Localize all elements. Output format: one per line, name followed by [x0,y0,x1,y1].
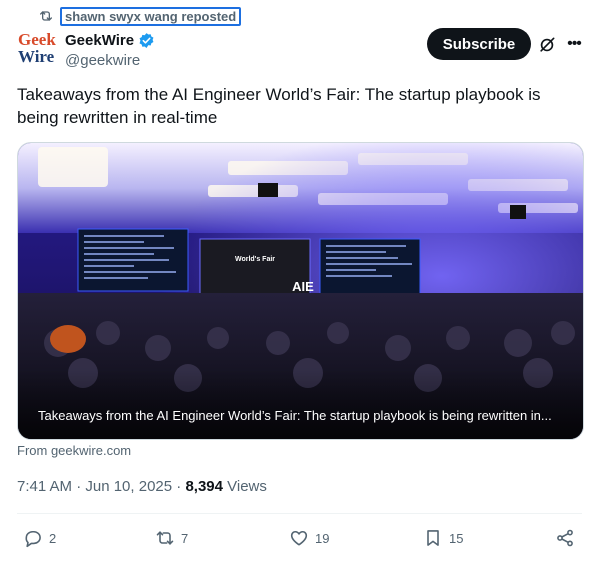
avatar[interactable]: Geek Wire [18,31,58,67]
reply-button[interactable]: 2 [23,528,56,548]
stage-logo-text: AIE [292,279,314,294]
views-label: Views [222,478,267,495]
repost-button[interactable]: 7 [155,528,188,548]
author-handle[interactable]: @geekwire [65,52,155,69]
like-count: 19 [315,530,330,546]
card-caption[interactable]: Takeaways from the AI Engineer World’s F… [38,408,571,423]
subscribe-button[interactable]: Subscribe [427,28,531,60]
reply-icon [25,530,41,548]
card-source[interactable]: From geekwire.com [17,443,131,458]
more-icon[interactable]: ••• [563,33,585,55]
repost-action-icon [156,531,174,545]
heart-icon [290,530,308,546]
action-bar: 2 7 19 15 [17,524,582,554]
repost-count: 7 [181,530,189,546]
repost-label[interactable]: shawn swyx wang reposted [60,6,242,26]
link-card[interactable]: World's Fair AIE Takeaways from the AI E… [17,142,584,440]
divider [17,513,582,514]
logo-line2: Wire [18,47,55,66]
card-gradient [18,369,583,439]
bookmark-button[interactable]: 15 [423,528,463,548]
share-icon [557,529,573,547]
reply-count: 2 [49,530,57,546]
like-button[interactable]: 19 [289,528,329,548]
stage-screen-text: World's Fair [235,256,275,263]
repost-icon [40,11,52,21]
tweet-timestamp[interactable]: 7:41 AM · Jun 10, 2025 · [17,478,185,495]
verified-badge-icon [139,32,154,48]
bookmark-icon [427,530,439,546]
author-name[interactable]: GeekWire [65,32,134,49]
share-button[interactable] [555,528,575,548]
author-block: GeekWire @geekwire [65,30,155,69]
repost-header[interactable]: shawn swyx wang reposted [38,6,242,26]
logo-line1: Geek [18,30,56,49]
tweet-text: Takeaways from the AI Engineer World’s F… [17,85,541,127]
tweet-meta: 7:41 AM · Jun 10, 2025 · 8,394 Views [17,478,267,495]
grok-icon[interactable] [537,35,557,55]
views-count: 8,394 [185,478,223,495]
bookmark-count: 15 [449,530,464,546]
